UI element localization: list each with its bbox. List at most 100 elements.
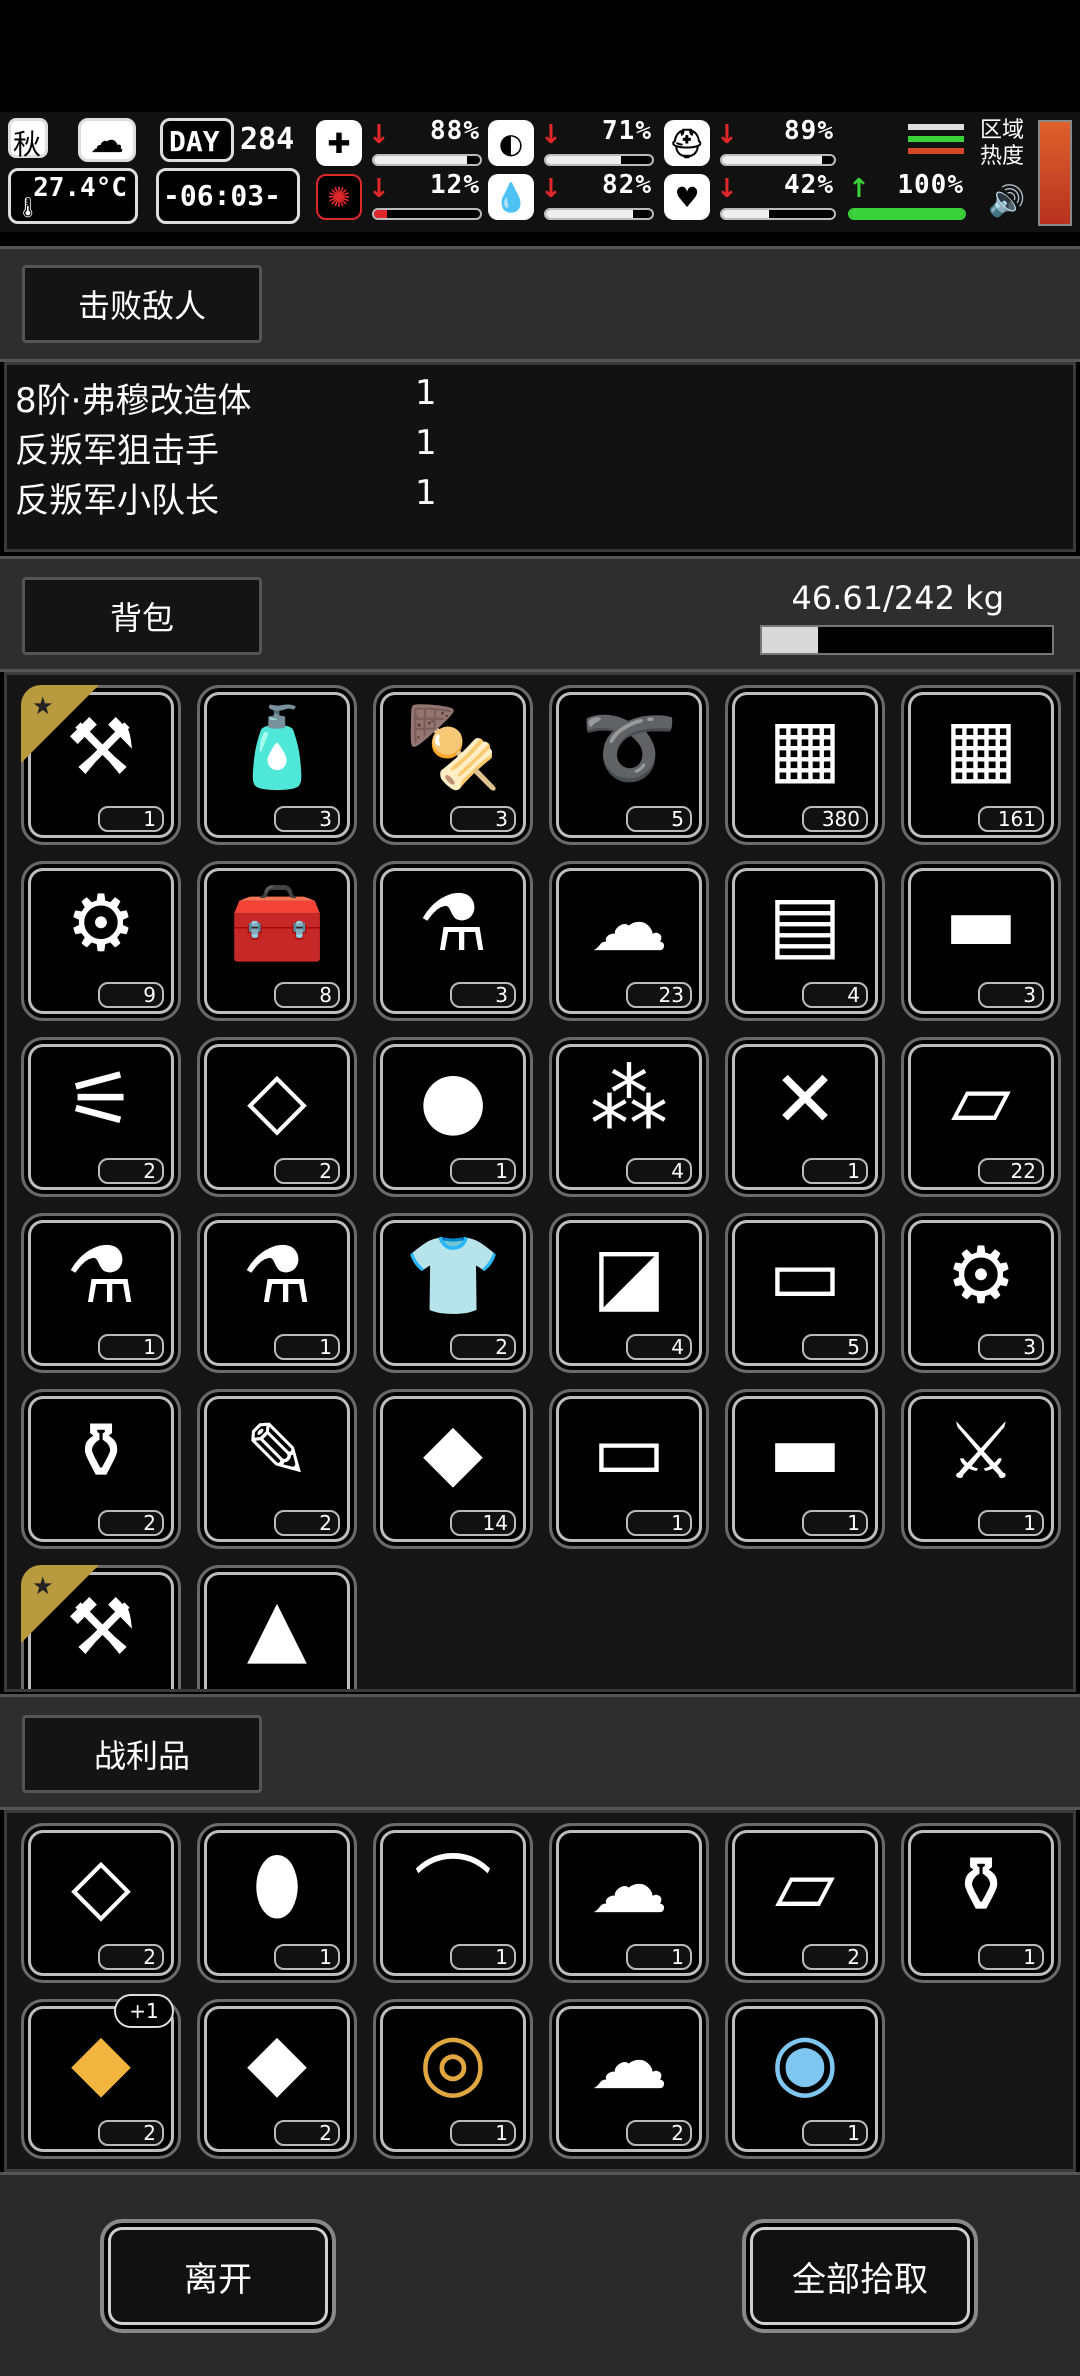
cloth-icon: ☁ [590, 879, 668, 969]
item-slot-gravel[interactable]: ⁂ 4 [549, 1037, 709, 1197]
yellow-cloth-icon: ◪ [592, 1231, 666, 1321]
item-count: 1 [802, 1158, 868, 1184]
defeated-title: 击败敌人 [22, 265, 262, 343]
item-slot-leather-sheet[interactable]: ◇ 2 [21, 1823, 181, 1983]
stamina-bars-icon [908, 124, 964, 164]
item-count: 380 [802, 806, 868, 832]
item-slot-cloth[interactable]: ☁ 2 [549, 1999, 709, 2159]
item-slot-ore-chunk[interactable]: ◆ 2 [197, 1999, 357, 2159]
item-slot-bottle[interactable]: ▲ [197, 1565, 357, 1689]
item-slot-paper-sheets[interactable]: ▱ 2 [725, 1823, 885, 1983]
gold-roll-icon: ◎ [418, 2017, 488, 2107]
item-slot-beaker[interactable]: ⚱ 1 [901, 1823, 1061, 1983]
enemy-name: 反叛军小队长 [15, 481, 219, 521]
item-slot-crate-iv[interactable]: ▦ 161 [901, 685, 1061, 845]
stat-armor: ⛑ ↓ 89% [664, 116, 836, 168]
backpack-grid[interactable]: ⚒ ★ 1 🧴 3 🍢 3 ➰ 5 ▦ 380 ▦ 161 ⚙ 9 🧰 8 ⚗ 3 ☁ 23 ▤ 4 ▬ 3 ⚟ 2 ◇ 2 ● 1 ⁂ 4 ✕ 1… [4, 672, 1076, 1692]
leave-button[interactable]: 离开 [100, 2219, 336, 2333]
clock-box: -06:03- [156, 168, 300, 224]
item-slot-shovel[interactable]: ⚒ ★ 1 [21, 685, 181, 845]
item-slot-stone-slabs[interactable]: ▬ 3 [901, 861, 1061, 1021]
day-number: 284 [240, 122, 295, 157]
item-count: 2 [98, 1510, 164, 1536]
item-slot-spiked-club[interactable]: ⚔ 1 [901, 1389, 1061, 1549]
item-slot-caliper-tool[interactable]: ⚒ ★ [21, 1565, 181, 1689]
stat-bar-fill [374, 156, 468, 164]
item-slot-wood-planks[interactable]: ▤ 4 [725, 861, 885, 1021]
item-count: 1 [98, 1334, 164, 1360]
item-slot-cloth-roll[interactable]: ⌒ 1 [373, 1823, 533, 1983]
enemy-row: 反叛军狙击手 1 [15, 423, 715, 473]
soldering-iron-icon: ✎ [244, 1407, 310, 1497]
water-drop-icon: 💧 [488, 174, 534, 220]
item-slot-test-tube-i[interactable]: ⚗ 1 [21, 1213, 181, 1373]
item-slot-cotton-balls[interactable]: ● 1 [373, 1037, 533, 1197]
region-heat[interactable]: 区域 热度 🔊 [980, 118, 1038, 228]
trend-down-icon: ↓ [540, 120, 562, 150]
item-slot-test-tube-iii[interactable]: ⚗ 3 [373, 861, 533, 1021]
item-slot-cloth[interactable]: ☁ 23 [549, 861, 709, 1021]
scrap-parts-icon: ⚟ [66, 1055, 136, 1145]
item-slot-eye-arm-part[interactable]: ◉ 1 [725, 1999, 885, 2159]
item-slot-crate-iii[interactable]: ▦ 380 [725, 685, 885, 845]
stat-bar [372, 208, 482, 220]
cloth-roll-icon: ⌒ [413, 1848, 492, 1938]
item-slot-mech-part[interactable]: ⚙ 3 [901, 1213, 1061, 1373]
item-slot-scrap-parts[interactable]: ⚟ 2 [21, 1037, 181, 1197]
item-slot-water-bottle[interactable]: 🧴 3 [197, 685, 357, 845]
item-slot-toolbox-bag[interactable]: ⚙ 9 [21, 861, 181, 1021]
item-slot-soldering-iron[interactable]: ✎ 2 [197, 1389, 357, 1549]
item-slot-paper-sheets[interactable]: ▱ 22 [901, 1037, 1061, 1197]
item-count: 3 [450, 806, 516, 832]
item-slot-fabric-scrap[interactable]: ☁ 1 [549, 1823, 709, 1983]
cloth-icon: ☁ [590, 2017, 668, 2107]
item-slot-rope[interactable]: ➰ 5 [549, 685, 709, 845]
item-slot-test-tube-iv[interactable]: ⚗ 1 [197, 1213, 357, 1373]
item-count: 2 [626, 2120, 692, 2146]
item-count: 3 [274, 806, 340, 832]
item-slot-cash-bundle[interactable]: ▬ 1 [725, 1389, 885, 1549]
stat-bar-fill [722, 210, 770, 218]
item-slot-gold-ore[interactable]: ◆ 2 +1 [21, 1994, 181, 2159]
item-slot-beaker[interactable]: ⚱ 2 [21, 1389, 181, 1549]
paper-sheets-icon: ▱ [775, 1841, 835, 1931]
stat-thirst: 💧 ↓ 82% [488, 170, 654, 222]
enemy-row: 8阶·弗穆改造体 1 [15, 373, 715, 423]
toolbox-bag-icon: ⚙ [66, 879, 136, 969]
item-slot-bullet[interactable]: ⬮ 1 [197, 1823, 357, 1983]
trend-down-icon: ↓ [716, 120, 738, 150]
take-all-button[interactable]: 全部拾取 [742, 2219, 978, 2333]
stat-bar [720, 154, 836, 166]
item-count: 1 [802, 2120, 868, 2146]
item-count: 4 [802, 982, 868, 1008]
item-count: 1 [274, 1334, 340, 1360]
item-slot-ore-chunk[interactable]: ◆ 14 [373, 1389, 533, 1549]
stat-health: ✚ ↓ 88% [316, 116, 482, 168]
enemy-count: 1 [415, 373, 437, 413]
item-count: 4 [626, 1158, 692, 1184]
screws-icon: ✕ [772, 1055, 838, 1145]
trend-down-icon: ↓ [368, 174, 390, 204]
sound-icon[interactable]: 🔊 [988, 184, 1025, 219]
item-count: 2 [98, 2120, 164, 2146]
item-slot-tool-case[interactable]: 🧰 8 [197, 861, 357, 1021]
item-slot-meat-skewer[interactable]: 🍢 3 [373, 685, 533, 845]
day-label: DAY [169, 125, 220, 158]
status-hud: 秋 ☁ 27.4°C 🌡 DAY 284 -06:03- ✚ ↓ 88% ◐ ↓ 71% ⛑… [0, 112, 1080, 232]
item-slot-gold-roll[interactable]: ◎ 1 [373, 1999, 533, 2159]
loot-grid[interactable]: ◇ 2 ⬮ 1 ⌒ 1 ☁ 1 ▱ 2 ⚱ 1 ◆ 2 +1 ◆ 2 ◎ 1 ☁ 2 ◉ 1 [4, 1810, 1076, 2172]
star-mark-icon: ★ [32, 692, 54, 720]
item-slot-metal-sheets[interactable]: ◇ 2 [197, 1037, 357, 1197]
test-tube-iv-icon: ⚗ [242, 1231, 312, 1321]
item-slot-torn-shirt[interactable]: 👕 2 [373, 1213, 533, 1373]
item-slot-white-cloth[interactable]: ▭ 5 [725, 1213, 885, 1373]
heat-bar [1038, 120, 1072, 226]
water-bottle-icon: 🧴 [228, 702, 326, 793]
item-slot-towel[interactable]: ▭ 1 [549, 1389, 709, 1549]
item-slot-screws[interactable]: ✕ 1 [725, 1037, 885, 1197]
item-count: 1 [978, 1944, 1044, 1970]
bottle-icon: ▲ [247, 1583, 307, 1673]
gravel-icon: ⁂ [590, 1055, 668, 1145]
item-slot-yellow-cloth[interactable]: ◪ 4 [549, 1213, 709, 1373]
trend-down-icon: ↓ [368, 120, 390, 150]
